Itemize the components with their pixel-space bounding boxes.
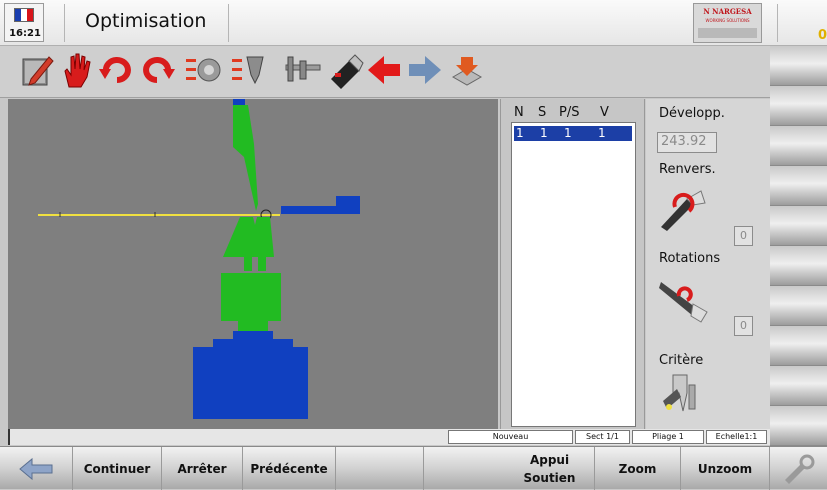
header-bar: 16:21 Optimisation N NARGESA WORKING SOL… xyxy=(0,0,827,46)
column-n: N xyxy=(514,105,524,120)
stop-button[interactable]: Arrêter xyxy=(162,447,243,490)
support-label-1: Appui xyxy=(529,452,570,467)
renvers-label: Renvers. xyxy=(659,162,716,177)
column-ps: P/S xyxy=(559,105,580,120)
back-button[interactable] xyxy=(0,447,73,490)
arrow-back-icon xyxy=(19,457,53,480)
bending-canvas[interactable] xyxy=(8,99,498,429)
side-bar xyxy=(770,326,827,366)
zoom-button[interactable]: Zoom xyxy=(595,447,681,490)
side-bar xyxy=(770,46,827,86)
steps-panel: N S P/S V 1 1 1 1 xyxy=(500,99,645,429)
empty-button[interactable] xyxy=(336,447,424,490)
bending-scene xyxy=(38,99,360,419)
critere-label: Critère xyxy=(659,353,704,368)
lower-die xyxy=(223,217,274,271)
side-bar xyxy=(770,286,827,326)
hand-stop-icon[interactable] xyxy=(57,49,97,91)
side-bar xyxy=(770,166,827,206)
developpe-label: Développ. xyxy=(659,106,725,121)
status-bend: Pliage 1 xyxy=(632,430,704,444)
divider xyxy=(64,4,65,42)
cell-s: 1 xyxy=(540,126,548,140)
die-holder xyxy=(193,331,308,419)
divider xyxy=(228,4,229,42)
developpe-field[interactable]: 243.92 xyxy=(657,132,717,153)
punch-holder xyxy=(233,99,245,105)
language-clock-box[interactable]: 16:21 xyxy=(4,3,44,42)
die-neck xyxy=(238,321,268,331)
status-bar: Nouveau Sect 1/1 Pliage 1 Echelle1:1 xyxy=(8,429,770,445)
cell-n: 1 xyxy=(516,126,524,140)
side-bar xyxy=(770,366,827,406)
logo-stripe xyxy=(698,28,757,38)
support-label-2: Soutien xyxy=(523,470,576,485)
side-bar xyxy=(770,206,827,246)
side-bar xyxy=(770,246,827,286)
critere-icon[interactable] xyxy=(657,371,709,423)
die-body xyxy=(221,273,281,321)
toolbar xyxy=(0,46,770,98)
renvers-field[interactable]: 0 xyxy=(734,226,753,246)
side-bar xyxy=(770,406,827,446)
caliper-icon[interactable] xyxy=(282,49,322,91)
properties-panel: Développ. 243.92 Renvers. 0 Rotations 0 … xyxy=(646,99,770,429)
brand-logo: N NARGESA WORKING SOLUTIONS xyxy=(693,3,762,43)
support-button-spacer xyxy=(424,447,512,490)
column-v: V xyxy=(600,105,609,120)
divider xyxy=(777,4,778,42)
cell-ps: 1 xyxy=(564,126,572,140)
rotations-icon[interactable] xyxy=(657,274,709,326)
continue-button[interactable]: Continuer xyxy=(73,447,162,490)
cell-v: 1 xyxy=(598,126,606,140)
renvers-icon[interactable] xyxy=(657,181,709,233)
logo-tagline: WORKING SOLUTIONS xyxy=(705,18,750,23)
tool-list-icon[interactable] xyxy=(229,49,269,91)
table-row[interactable]: 1 1 1 1 xyxy=(514,126,632,141)
arrow-right-icon[interactable] xyxy=(405,49,445,91)
workpiece-flange xyxy=(281,196,360,214)
edit-icon[interactable] xyxy=(17,49,57,91)
steps-list[interactable]: 1 1 1 1 xyxy=(511,122,636,427)
clock: 16:21 xyxy=(9,28,41,39)
tools-icon xyxy=(784,454,814,484)
arrow-left-icon[interactable] xyxy=(364,49,404,91)
usb-icon[interactable] xyxy=(325,49,365,91)
logo-brand: N NARGESA xyxy=(703,7,752,16)
download-icon[interactable] xyxy=(447,49,487,91)
bottom-bar: Continuer Arrêter Prédécente Appui Souti… xyxy=(0,446,827,490)
settings-list-icon[interactable] xyxy=(183,49,223,91)
rotations-label: Rotations xyxy=(659,251,721,266)
status-section: Sect 1/1 xyxy=(575,430,630,444)
side-bar xyxy=(770,126,827,166)
page-title: Optimisation xyxy=(85,10,207,32)
upper-punch xyxy=(233,105,258,211)
side-bars xyxy=(770,46,827,446)
france-flag-icon xyxy=(14,8,34,22)
steps-header: N S P/S V xyxy=(514,105,634,121)
tools-button[interactable] xyxy=(770,447,827,490)
rotations-field[interactable]: 0 xyxy=(734,316,753,336)
support-button[interactable]: Appui Soutien xyxy=(505,447,595,490)
rotate-cw-icon[interactable] xyxy=(137,49,177,91)
status-indicator: 0 xyxy=(818,28,827,43)
status-mode: Nouveau xyxy=(448,430,573,444)
unzoom-button[interactable]: Unzoom xyxy=(681,447,770,490)
side-bar xyxy=(770,86,827,126)
previous-button[interactable]: Prédécente xyxy=(243,447,336,490)
rotate-ccw-icon[interactable] xyxy=(97,49,137,91)
column-s: S xyxy=(538,105,547,120)
status-scale: Echelle1:1 xyxy=(706,430,767,444)
